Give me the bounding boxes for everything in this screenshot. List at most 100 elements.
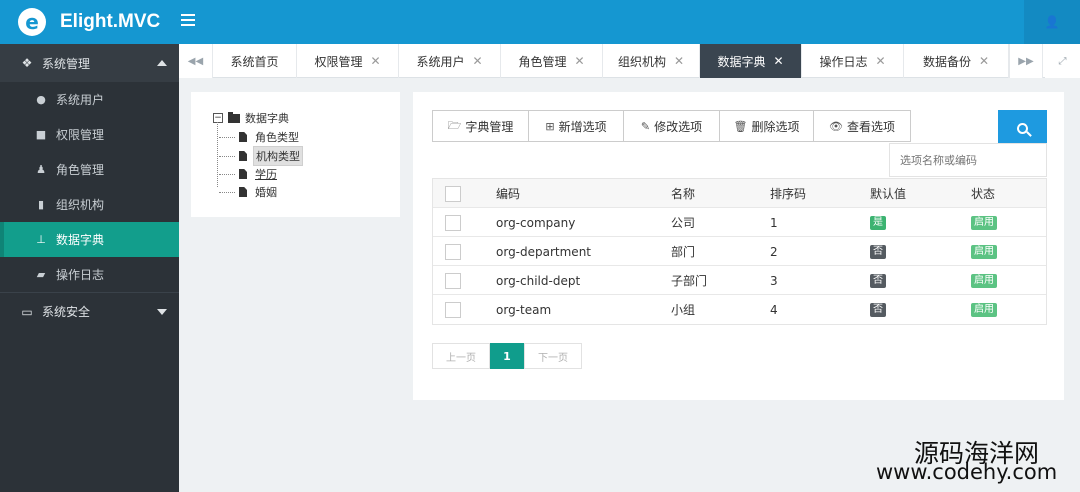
tree-root[interactable]: − 数据字典 (213, 110, 289, 126)
default-badge: 否 (870, 244, 886, 259)
sidebar-item-label: 角色管理 (56, 163, 105, 177)
tree-node-label: 婚姻 (255, 186, 277, 199)
pagination: 上一页 1 下一页 (432, 343, 582, 369)
double-right-icon: ▶▶ (1018, 55, 1034, 67)
column-header-status[interactable]: 状态 (971, 179, 995, 208)
tab-data-dictionary[interactable]: 数据字典 ✕ (700, 44, 802, 78)
cell-code: org-department (496, 244, 592, 259)
tree-node-org-type[interactable]: 机构类型 (219, 146, 303, 166)
sidebar-item-permissions[interactable]: ■ 权限管理 (0, 117, 179, 152)
tree-node-marriage[interactable]: 婚姻 (219, 183, 279, 201)
toolbar-button-group: 🗁 字典管理 ⊞ 新增选项 ✎ 修改选项 🗑 删除选项 👁 查看选项 (432, 110, 911, 142)
close-icon[interactable]: ✕ (979, 54, 989, 68)
view-option-button[interactable]: 👁 查看选项 (814, 111, 910, 141)
table-row[interactable]: org-child-dept 子部门 3 否 启用 (433, 266, 1046, 295)
cell-sort: 1 (770, 215, 778, 230)
select-all-checkbox[interactable] (445, 185, 461, 202)
tab-scroll-right-button[interactable]: ▶▶ (1009, 44, 1043, 78)
tab-operation-log[interactable]: 操作日志 ✕ (802, 44, 904, 78)
tab-system-users[interactable]: 系统用户 ✕ (399, 44, 501, 78)
tab-permissions[interactable]: 权限管理 ✕ (297, 44, 399, 78)
sidebar-item-label: 数据字典 (56, 233, 105, 247)
tab-scroll-left-button[interactable]: ◀◀ (179, 44, 213, 78)
cell-sort: 4 (770, 302, 778, 317)
dictionary-manage-button[interactable]: 🗁 字典管理 (433, 111, 529, 141)
edit-option-button[interactable]: ✎ 修改选项 (624, 111, 720, 141)
cell-sort: 2 (770, 244, 778, 259)
status-badge: 启用 (971, 215, 997, 230)
table-row[interactable]: org-department 部门 2 否 启用 (433, 237, 1046, 266)
sidebar-item-operation-log[interactable]: ▰ 操作日志 (0, 257, 179, 292)
tab-label: 数据备份 (922, 54, 971, 69)
user-menu-button[interactable]: 👤 (1024, 0, 1080, 44)
tree-node-role-type[interactable]: 角色类型 (219, 128, 301, 146)
brand[interactable]: e Elight.MVC (18, 8, 160, 36)
search-input[interactable] (889, 143, 1047, 177)
next-page-button[interactable]: 下一页 (524, 343, 582, 369)
row-checkbox[interactable] (445, 243, 461, 260)
tab-data-backup[interactable]: 数据备份 ✕ (904, 44, 1009, 78)
tree-node-education[interactable]: 学历 (219, 165, 279, 183)
sidebar-item-organizations[interactable]: ▮ 组织机构 (0, 187, 179, 222)
folder-open-icon (228, 111, 240, 123)
sidebar-items: ● 系统用户 ■ 权限管理 ♟ 角色管理 ▮ 组织机构 ⊥ 数据字典 ▰ 操作日… (0, 82, 179, 292)
sidebar-item-data-dictionary[interactable]: ⊥ 数据字典 (0, 222, 179, 257)
sidebar-item-label: 权限管理 (56, 128, 105, 142)
page-1-button[interactable]: 1 (490, 343, 524, 369)
sidebar-item-label: 系统用户 (56, 93, 105, 107)
tab-roles[interactable]: 角色管理 ✕ (501, 44, 603, 78)
app-name: Elight.MVC (60, 11, 161, 32)
tree-node-label: 机构类型 (253, 146, 303, 166)
close-icon[interactable]: ✕ (875, 54, 885, 68)
default-badge: 否 (870, 273, 886, 288)
row-checkbox[interactable] (445, 214, 461, 231)
column-header-name[interactable]: 名称 (671, 179, 695, 208)
watermark-url: www.codehy.com (876, 460, 1058, 484)
tab-label: 系统用户 (416, 54, 465, 69)
tab-organizations[interactable]: 组织机构 ✕ (603, 44, 700, 78)
collapse-icon[interactable]: − (213, 113, 223, 123)
button-label: 修改选项 (654, 119, 703, 134)
button-label: 字典管理 (465, 119, 514, 134)
row-checkbox[interactable] (445, 301, 461, 318)
sidebar-item-roles[interactable]: ♟ 角色管理 (0, 152, 179, 187)
column-header-sort[interactable]: 排序码 (770, 179, 806, 208)
tab-bar: ◀◀ 系统首页 权限管理 ✕ 系统用户 ✕ 角色管理 ✕ 组织机构 ✕ 数据字典 ✕ 操作… (179, 44, 1080, 78)
dictionary-items-panel: 🗁 字典管理 ⊞ 新增选项 ✎ 修改选项 🗑 删除选项 👁 查看选项 编码 名称… (413, 92, 1064, 400)
table-header-row: 编码 名称 排序码 默认值 状态 (433, 179, 1046, 208)
column-header-default[interactable]: 默认值 (870, 179, 906, 208)
delete-option-button[interactable]: 🗑 删除选项 (720, 111, 814, 141)
default-badge: 否 (870, 302, 886, 317)
sidebar-section-system-security[interactable]: ▭ 系统安全 (0, 292, 179, 330)
cell-name: 部门 (671, 245, 696, 259)
close-icon[interactable]: ✕ (472, 54, 482, 68)
tab-home[interactable]: 系统首页 (213, 44, 297, 78)
sidebar-item-system-users[interactable]: ● 系统用户 (0, 82, 179, 117)
button-label: 查看选项 (846, 119, 895, 134)
sitemap-icon: ⊥ (36, 233, 46, 246)
prev-page-button[interactable]: 上一页 (432, 343, 490, 369)
close-icon[interactable]: ✕ (674, 54, 684, 68)
close-icon[interactable]: ✕ (370, 54, 380, 68)
fullscreen-button[interactable]: ⤢ (1045, 44, 1080, 78)
briefcase-icon: ■ (35, 128, 47, 141)
search-button[interactable] (998, 110, 1047, 146)
close-icon[interactable]: ✕ (773, 54, 783, 68)
cell-sort: 3 (770, 273, 778, 288)
add-option-button[interactable]: ⊞ 新增选项 (529, 111, 624, 141)
sidebar-section-label: 系统管理 (42, 56, 91, 71)
sidebar-section-label: 系统安全 (42, 305, 91, 319)
cell-name: 公司 (671, 216, 696, 230)
edit-icon: ✎ (640, 119, 651, 133)
sidebar: ❖ 系统管理 ● 系统用户 ■ 权限管理 ♟ 角色管理 ▮ 组织机构 ⊥ 数据字… (0, 44, 179, 492)
search-icon (1017, 122, 1028, 134)
close-icon[interactable]: ✕ (574, 54, 584, 68)
table-row[interactable]: org-team 小组 4 否 启用 (433, 295, 1046, 324)
menu-toggle-icon[interactable] (181, 14, 195, 28)
table-row[interactable]: org-company 公司 1 是 启用 (433, 208, 1046, 237)
column-header-code[interactable]: 编码 (496, 179, 520, 208)
tab-label: 操作日志 (819, 54, 868, 69)
sidebar-section-system-management[interactable]: ❖ 系统管理 (0, 44, 179, 82)
file-icon (239, 187, 247, 197)
row-checkbox[interactable] (445, 272, 461, 289)
